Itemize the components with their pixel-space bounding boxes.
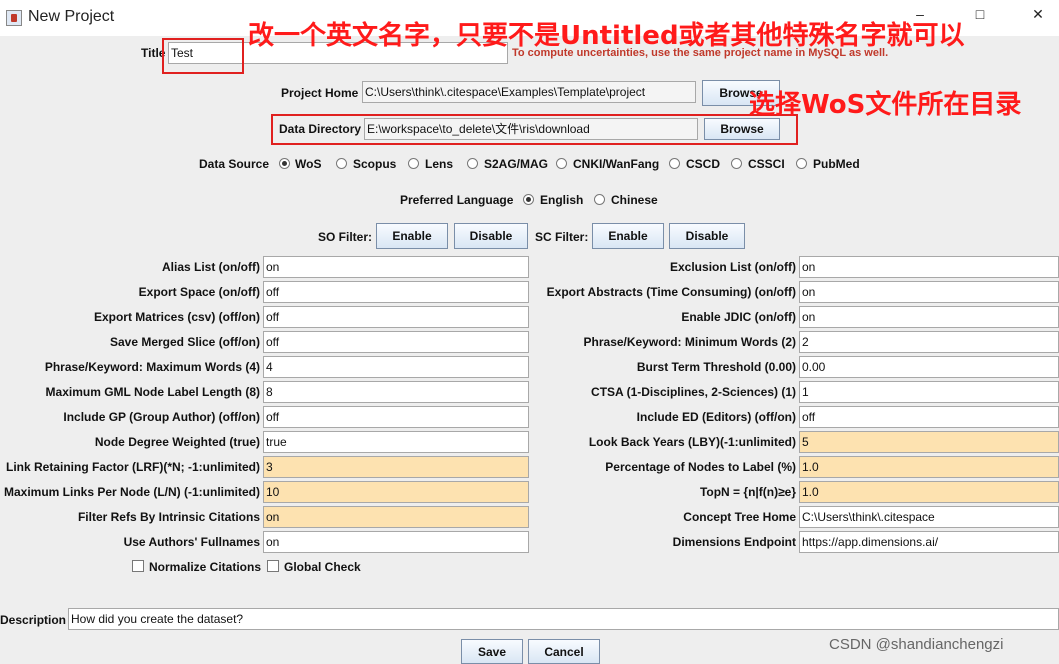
radio-lens[interactable] [408,158,419,169]
left-param-input[interactable]: 10 [263,481,529,503]
description-input[interactable]: How did you create the dataset? [68,608,1059,630]
right-param-input[interactable]: 1 [799,381,1059,403]
java-app-icon [6,10,22,26]
right-param-label: Export Abstracts (Time Consuming) (on/of… [546,285,796,299]
project-home-label: Project Home [281,86,359,100]
directory-annotation: 选择WoS文件所在目录 [749,90,1022,120]
radio-cssci-label: CSSCI [748,157,785,171]
left-param-input[interactable]: 4 [263,356,529,378]
radio-wos-label: WoS [295,157,322,171]
left-param-input[interactable]: true [263,431,529,453]
maximize-button[interactable]: □ [966,6,994,22]
radio-cnki[interactable] [556,158,567,169]
left-param-input[interactable]: off [263,281,529,303]
radio-scopus[interactable] [336,158,347,169]
right-param-input[interactable]: on [799,306,1059,328]
save-button[interactable]: Save [461,639,523,664]
description-label: Description [0,613,67,627]
right-param-input[interactable]: https://app.dimensions.ai/ [799,531,1059,553]
radio-scopus-label: Scopus [353,157,397,171]
right-param-label: Burst Term Threshold (0.00) [636,360,796,374]
left-param-label: Export Matrices (csv) (off/on) [93,310,260,324]
right-param-label: Percentage of Nodes to Label (%) [605,460,796,474]
right-param-label: CTSA (1-Disciplines, 2-Sciences) (1) [591,385,796,399]
right-param-label: Look Back Years (LBY)(-1:unlimited) [588,435,796,449]
left-param-label: Maximum GML Node Label Length (8) [45,385,260,399]
sc-filter-disable-button[interactable]: Disable [669,223,745,249]
right-param-label: Include ED (Editors) (off/on) [636,410,796,424]
global-check-label: Global Check [284,560,361,574]
right-param-input[interactable]: on [799,281,1059,303]
radio-s2ag[interactable] [467,158,478,169]
right-param-label: TopN = {n|f(n)≥e} [699,485,796,499]
left-param-label: Link Retaining Factor (LRF)(*N; -1:unlim… [6,460,260,474]
radio-cscd[interactable] [669,158,680,169]
left-param-input[interactable]: on [263,256,529,278]
left-param-input[interactable]: 8 [263,381,529,403]
radio-lens-label: Lens [425,157,454,171]
left-param-label: Include GP (Group Author) (off/on) [63,410,260,424]
right-param-label: Phrase/Keyword: Minimum Words (2) [583,335,796,349]
left-param-label: Export Space (on/off) [138,285,260,299]
cancel-button[interactable]: Cancel [528,639,600,664]
language-label: Preferred Language [400,193,514,207]
right-param-label: Enable JDIC (on/off) [681,310,796,324]
right-param-input[interactable]: off [799,406,1059,428]
left-param-label: Alias List (on/off) [162,260,260,274]
title-highlight-box [162,38,244,74]
left-param-input[interactable]: on [263,506,529,528]
left-param-input[interactable]: off [263,331,529,353]
radio-wos[interactable] [279,158,290,169]
radio-english-label: English [540,193,584,207]
left-param-label: Filter Refs By Intrinsic Citations [77,510,260,524]
left-param-label: Maximum Links Per Node (L/N) (-1:unlimit… [3,485,260,499]
radio-pubmed-label: PubMed [813,157,860,171]
right-param-label: Concept Tree Home [683,510,796,524]
right-param-input[interactable]: C:\Users\think\.citespace [799,506,1059,528]
so-filter-disable-button[interactable]: Disable [454,223,528,249]
window-title: New Project [28,8,115,25]
right-param-input[interactable]: 5 [799,431,1059,453]
watermark: CSDN @shandianchengzi [829,636,1004,653]
normalize-citations-checkbox[interactable] [132,560,144,572]
radio-english[interactable] [523,194,534,205]
left-param-label: Node Degree Weighted (true) [94,435,260,449]
normalize-citations-label: Normalize Citations [149,560,262,574]
left-param-input[interactable]: on [263,531,529,553]
radio-cnki-label: CNKI/WanFang [573,157,660,171]
radio-s2ag-label: S2AG/MAG [484,157,549,171]
left-param-input[interactable]: off [263,306,529,328]
radio-chinese[interactable] [594,194,605,205]
sc-filter-enable-button[interactable]: Enable [592,223,664,249]
sc-filter-label: SC Filter: [535,230,589,244]
project-home-field[interactable]: C:\Users\think\.citespace\Examples\Templ… [362,81,696,103]
left-param-input[interactable]: 3 [263,456,529,478]
radio-pubmed[interactable] [796,158,807,169]
data-source-label: Data Source [199,157,270,171]
global-check-checkbox[interactable] [267,560,279,572]
right-param-label: Dimensions Endpoint [672,535,796,549]
right-param-input[interactable]: 1.0 [799,481,1059,503]
radio-cssci[interactable] [731,158,742,169]
radio-cscd-label: CSCD [686,157,721,171]
right-param-input[interactable]: on [799,256,1059,278]
left-param-input[interactable]: off [263,406,529,428]
right-param-input[interactable]: 0.00 [799,356,1059,378]
so-filter-enable-button[interactable]: Enable [376,223,448,249]
left-param-label: Use Authors' Fullnames [123,535,260,549]
radio-chinese-label: Chinese [611,193,658,207]
right-param-input[interactable]: 1.0 [799,456,1059,478]
right-param-input[interactable]: 2 [799,331,1059,353]
title-annotation: 改一个英文名字，只要不是Untitled或者其他特殊名字就可以 [248,21,965,51]
left-param-label: Save Merged Slice (off/on) [109,335,260,349]
so-filter-label: SO Filter: [318,230,373,244]
data-directory-highlight-box [271,114,798,145]
close-button[interactable]: ✕ [1024,6,1052,23]
right-param-label: Exclusion List (on/off) [670,260,796,274]
left-param-label: Phrase/Keyword: Maximum Words (4) [44,360,260,374]
